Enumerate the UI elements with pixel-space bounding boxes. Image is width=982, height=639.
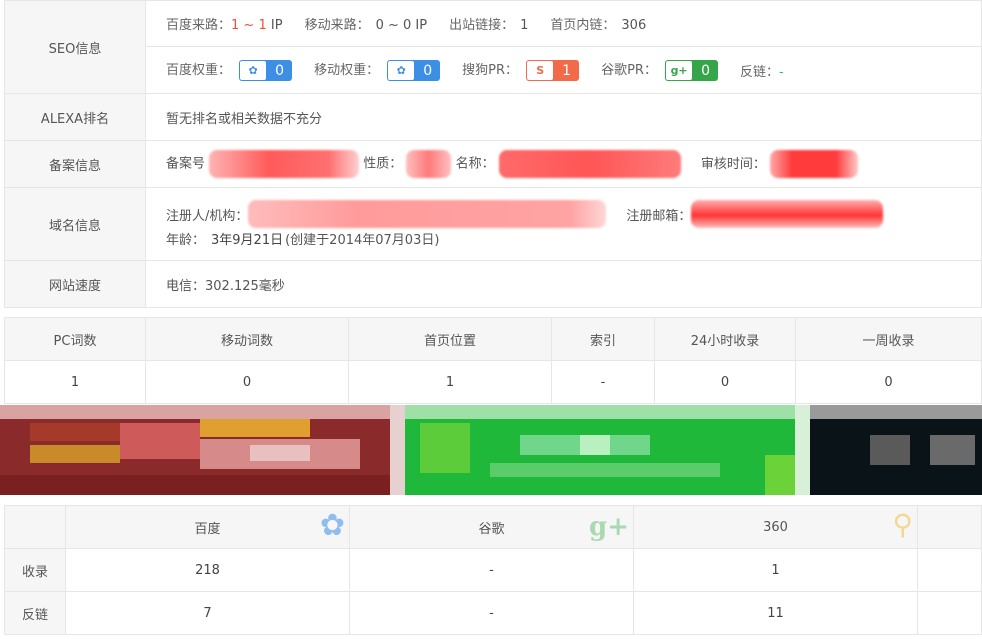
table-cell[interactable]: 1 bbox=[348, 360, 552, 404]
speed-row: 网站速度 电信：302.125毫秒 bbox=[4, 260, 982, 308]
redacted-email bbox=[691, 200, 884, 228]
table-cell[interactable]: 7 bbox=[65, 591, 350, 635]
icp-label: 备案信息 bbox=[4, 140, 146, 188]
sogou-pr-badge[interactable]: S 1 bbox=[526, 60, 580, 81]
col-360: 360 ⚲ bbox=[633, 505, 918, 549]
alexa-value: 暂无排名或相关数据不充分 bbox=[145, 93, 982, 141]
ranking-header-row: PC词数 移动词数 首页位置 索引 24小时收录 一周收录 bbox=[4, 317, 982, 361]
search-360-icon: ⚲ bbox=[892, 508, 913, 541]
domain-row: 域名信息 注册人/机构： 注册邮箱： 年龄： 3年9月21日 (创建于2014年… bbox=[4, 187, 982, 261]
baidu-weight-badge[interactable]: ✿ 0 bbox=[239, 60, 293, 81]
col-index: 索引 bbox=[551, 317, 655, 361]
paw-icon: ✿ bbox=[388, 61, 415, 80]
paw-icon: ✿ bbox=[240, 61, 267, 80]
google-plus-icon: g+ bbox=[589, 512, 629, 542]
table-row: 收录 218 - 1 bbox=[4, 548, 982, 592]
table-cell[interactable]: 0 bbox=[795, 360, 982, 404]
redacted-icp-nature bbox=[406, 150, 452, 178]
seo-line-2: 百度权重： ✿ 0 移动权重： ✿ 0 搜狗PR： S 1 谷歌PR： g+ 0… bbox=[146, 47, 981, 93]
table-row: 反链 7 - 11 bbox=[4, 591, 982, 635]
google-plus-icon: g+ bbox=[666, 61, 693, 80]
google-pr: 谷歌PR： g+ 0 bbox=[601, 59, 719, 81]
age-label: 年龄： bbox=[166, 232, 206, 248]
sogou-icon: S bbox=[527, 61, 554, 80]
engine-header-row: 百度 ✿ 谷歌 g+ 360 ⚲ bbox=[4, 505, 982, 549]
google-pr-badge[interactable]: g+ 0 bbox=[665, 60, 719, 81]
table-cell[interactable]: 1 bbox=[4, 360, 146, 404]
paw-icon: ✿ bbox=[319, 508, 345, 543]
row-label-indexed: 收录 bbox=[4, 548, 66, 592]
outbound-links: 出站链接： 1 bbox=[449, 18, 529, 33]
inbound-links: 首页内链： 306 bbox=[550, 18, 647, 33]
table-cell: - bbox=[551, 360, 655, 404]
created-date: (创建于2014年07月03日) bbox=[285, 232, 440, 248]
baidu-weight: 百度权重： ✿ 0 bbox=[166, 59, 293, 81]
backlinks: 反链：- bbox=[740, 64, 784, 80]
col-week-indexed: 一周收录 bbox=[795, 317, 982, 361]
col-google: 谷歌 g+ bbox=[349, 505, 634, 549]
baidu-source-to: 1 bbox=[258, 18, 267, 33]
registrant-label: 注册人/机构： bbox=[166, 208, 249, 224]
table-cell: - bbox=[349, 591, 634, 635]
col-pc-keywords: PC词数 bbox=[4, 317, 146, 361]
seo-row: SEO信息 百度来路：1 ~ 1 IP 移动来路： 0 ~ 0 IP 出站链接： 1… bbox=[4, 0, 982, 94]
table-cell[interactable]: 0 bbox=[145, 360, 349, 404]
sogou-pr: 搜狗PR： S 1 bbox=[462, 59, 580, 81]
row-label-backlinks: 反链 bbox=[4, 591, 66, 635]
icp-row: 备案信息 备案号 性质： 名称： 审核时间： bbox=[4, 140, 982, 188]
age-value: 3年9月21日 bbox=[211, 232, 284, 248]
domain-label: 域名信息 bbox=[4, 187, 146, 261]
email-label: 注册邮箱： bbox=[626, 208, 692, 224]
redacted-registrant bbox=[248, 200, 607, 228]
col-homepage-position: 首页位置 bbox=[348, 317, 552, 361]
mobile-weight: 移动权重： ✿ 0 bbox=[314, 59, 441, 81]
redacted-icp-name bbox=[498, 150, 681, 178]
table-cell[interactable]: 11 bbox=[633, 591, 918, 635]
icp-name-label: 名称： bbox=[455, 156, 495, 172]
col-mobile-keywords: 移动词数 bbox=[145, 317, 349, 361]
baidu-source: 百度来路：1 ~ 1 IP bbox=[166, 18, 283, 33]
icp-nature-label: 性质： bbox=[363, 156, 403, 172]
icp-review-label: 审核时间： bbox=[700, 156, 766, 172]
seo-line-1: 百度来路：1 ~ 1 IP 移动来路： 0 ~ 0 IP 出站链接： 1 首页内链：… bbox=[146, 1, 981, 47]
table-cell[interactable]: 218 bbox=[65, 548, 350, 592]
speed-value: 电信：302.125毫秒 bbox=[145, 260, 982, 308]
alexa-label: ALEXA排名 bbox=[4, 93, 146, 141]
mobile-weight-badge[interactable]: ✿ 0 bbox=[387, 60, 441, 81]
alexa-row: ALEXA排名 暂无排名或相关数据不充分 bbox=[4, 93, 982, 141]
table-cell[interactable]: 0 bbox=[654, 360, 796, 404]
seo-label: SEO信息 bbox=[4, 0, 146, 94]
col-24h-indexed: 24小时收录 bbox=[654, 317, 796, 361]
table-cell: - bbox=[349, 548, 634, 592]
ranking-value-row: 1 0 1 - 0 0 bbox=[4, 360, 982, 404]
pixelated-banner bbox=[0, 405, 982, 495]
speed-label: 网站速度 bbox=[4, 260, 146, 308]
site-info-table: SEO信息 百度来路：1 ~ 1 IP 移动来路： 0 ~ 0 IP 出站链接： 1… bbox=[4, 0, 982, 308]
redacted-icp-review-time bbox=[770, 150, 859, 178]
search-engine-table: 百度 ✿ 谷歌 g+ 360 ⚲ 收录 218 - 1 反链 7 - 11 bbox=[4, 505, 982, 635]
icp-number-label: 备案号 bbox=[166, 156, 206, 172]
ranking-table: PC词数 移动词数 首页位置 索引 24小时收录 一周收录 1 0 1 - 0 … bbox=[4, 317, 982, 404]
table-cell[interactable]: 1 bbox=[633, 548, 918, 592]
mobile-source: 移动来路： 0 ~ 0 IP bbox=[304, 18, 428, 33]
col-baidu: 百度 ✿ bbox=[65, 505, 350, 549]
redacted-icp-number bbox=[209, 150, 360, 178]
